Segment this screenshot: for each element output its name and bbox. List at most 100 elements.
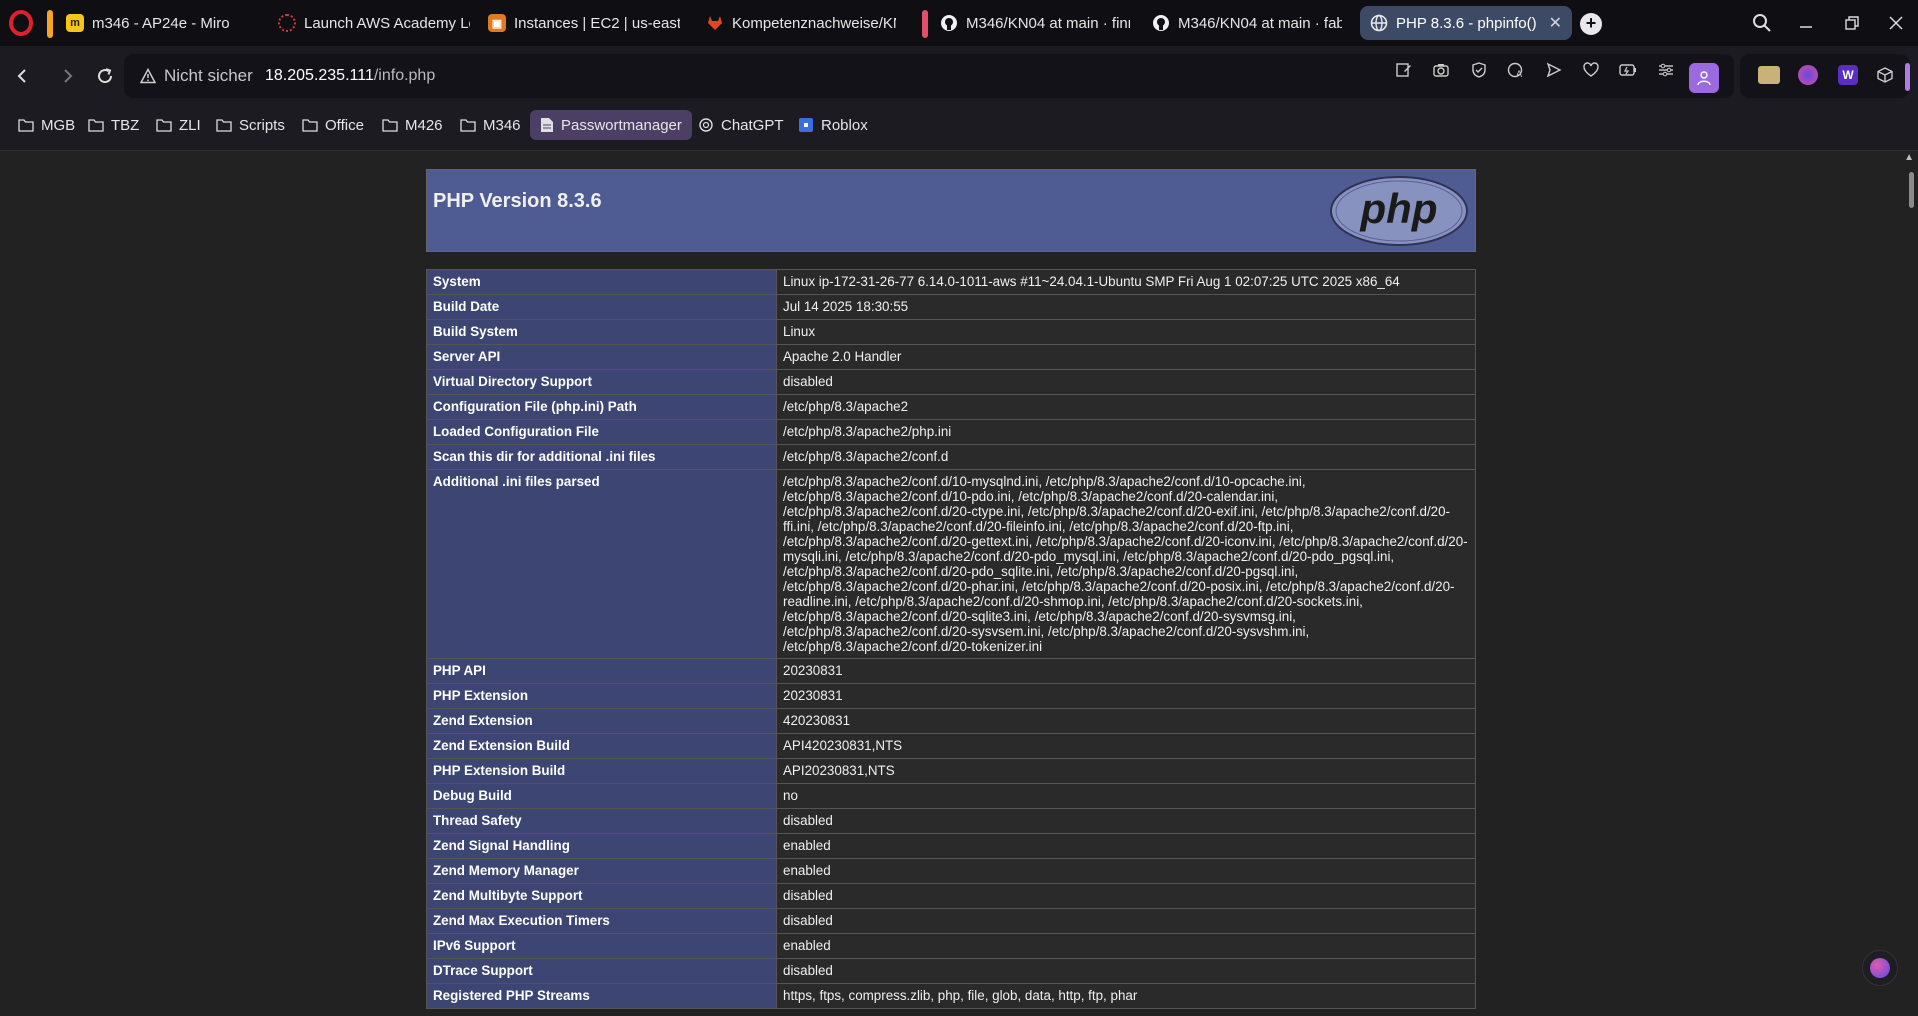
tab-aws-academy[interactable]: Launch AWS Academy Lea [268,6,480,40]
tab-title: M346/KN04 at main · fabi [1178,14,1342,32]
easy-setup-icon[interactable] [1654,58,1678,82]
ec2-icon: ▣ [488,14,506,32]
bookmark-folder-mgb[interactable]: MGB [12,110,81,140]
profile-button[interactable] [1689,63,1719,93]
opera-logo-icon[interactable] [8,10,34,36]
row-key: Zend Extension Build [426,733,777,759]
row-key: IPv6 Support [426,933,777,959]
translate-icon[interactable]: A [1504,58,1528,82]
sidebar-toggle-accent[interactable] [1905,63,1910,91]
tab-github-fabi[interactable]: M346/KN04 at main · fabi [1142,6,1352,40]
minimize-button[interactable] [1786,8,1826,38]
battery-saver-icon[interactable] [1616,58,1640,82]
tab-github-finn[interactable]: M346/KN04 at main · finn [930,6,1140,40]
bookmark-folder-scripts[interactable]: Scripts [210,110,291,140]
bookmark-folder-m346[interactable]: M346 [454,110,527,140]
php-version-header: PHP Version 8.3.6 php [426,169,1476,252]
row-key: DTrace Support [426,958,777,984]
bookmark-passwortmanager[interactable]: Passwortmanager [530,110,692,140]
folder-icon [88,119,104,132]
row-value: enabled [776,858,1476,884]
row-value: Jul 14 2025 18:30:55 [776,294,1476,320]
table-row: Loaded Configuration File/etc/php/8.3/ap… [426,419,1476,445]
reload-button[interactable] [90,61,120,91]
edit-page-icon[interactable] [1392,58,1416,82]
row-key: Configuration File (php.ini) Path [426,394,777,420]
bookmark-roblox[interactable]: Roblox [792,110,874,140]
row-value: https, ftps, compress.zlib, php, file, g… [776,983,1476,1009]
folder-icon [156,119,172,132]
warning-triangle-icon [140,68,156,84]
svg-text:A: A [1516,70,1523,79]
url-field[interactable]: Nicht sicher 18.205.235.111/info.php [124,54,1734,98]
search-tabs-button[interactable] [1742,8,1782,38]
row-key: Debug Build [426,783,777,809]
bookmark-label: M346 [483,116,521,134]
tab-miro[interactable]: m m346 - AP24e - Miro [56,6,268,40]
bookmark-folder-m426[interactable]: M426 [376,110,449,140]
back-button[interactable] [8,61,38,91]
extensions-cube-icon[interactable] [1876,66,1894,84]
extension-wallet-icon[interactable] [1758,66,1780,84]
row-value: no [776,783,1476,809]
row-value: 20230831 [776,683,1476,709]
restore-button[interactable] [1832,8,1872,38]
tab-gitlab[interactable]: Kompetenznachweise/KN0 [696,6,906,40]
camera-icon[interactable] [1429,58,1453,82]
heart-icon[interactable] [1579,58,1603,82]
scroll-up-arrow[interactable]: ▲ [1904,152,1914,163]
forward-button[interactable] [52,61,82,91]
row-value: 20230831 [776,658,1476,684]
shield-icon[interactable] [1467,58,1491,82]
url-host: 18.205.235.111 [265,67,374,84]
chatgpt-icon [699,118,713,132]
tab-ec2-instances[interactable]: ▣ Instances | EC2 | us-east-1 [478,6,690,40]
user-icon [1697,71,1711,86]
gitlab-icon [708,16,722,30]
reload-icon [98,68,113,84]
table-row: Build Date Jul 14 2025 18:30:55 [426,294,1476,320]
bookmark-label: Office [325,116,364,134]
bookmark-chatgpt[interactable]: ChatGPT [692,110,790,140]
table-row: Zend Multibyte Support disabled [426,883,1476,909]
tab-phpinfo[interactable]: PHP 8.3.6 - phpinfo() ✕ [1360,6,1572,40]
tab-strip: m m346 - AP24e - Miro Launch AWS Academy… [0,0,1918,46]
close-window-button[interactable] [1876,8,1916,38]
row-value: disabled [776,908,1476,934]
bookmark-label: ZLI [179,116,201,134]
aria-assistant-button[interactable] [1862,950,1898,986]
bookmark-folder-tbz[interactable]: TBZ [82,110,145,140]
extension-aria-icon[interactable] [1798,65,1818,85]
scrollbar-thumb[interactable] [1909,172,1914,208]
row-value: Linux [776,319,1476,345]
arrow-right-icon [64,69,73,83]
row-key: PHP API [426,658,777,684]
table-row: Zend Extension Build API420230831,NTS [426,733,1476,759]
security-label: Nicht sicher [164,66,253,85]
extension-w-icon[interactable]: W [1838,65,1858,85]
extensions-area: W [1740,54,1910,98]
folder-icon [460,119,476,132]
new-tab-button[interactable]: + [1580,13,1602,35]
row-value: enabled [776,833,1476,859]
row-value: disabled [776,808,1476,834]
url-text[interactable]: 18.205.235.111/info.php [265,67,435,85]
bookmark-label: Roblox [821,116,868,134]
row-key: PHP Extension [426,683,777,709]
row-key: Zend Extension [426,708,777,734]
table-row: PHP Extension Build API20230831,NTS [426,758,1476,784]
php-core-table: System Linux ip-172-31-26-77 6.14.0-1011-… [426,269,1476,1009]
row-key: Zend Max Execution Timers [426,908,777,934]
tab-title: M346/KN04 at main · finn [966,14,1130,32]
bookmark-folder-zli[interactable]: ZLI [150,110,207,140]
php-core-table-body: System Linux ip-172-31-26-77 6.14.0-1011-… [426,269,1476,1009]
row-key: Loaded Configuration File [426,419,777,445]
send-icon[interactable] [1542,58,1566,82]
bookmark-label: ChatGPT [721,116,784,134]
github-icon [1153,15,1169,31]
row-key: Registered PHP Streams [426,983,777,1009]
security-indicator[interactable]: Nicht sicher [140,66,253,86]
roblox-icon [799,118,813,132]
bookmark-folder-office[interactable]: Office [296,110,370,140]
close-tab-icon[interactable]: ✕ [1549,13,1562,33]
